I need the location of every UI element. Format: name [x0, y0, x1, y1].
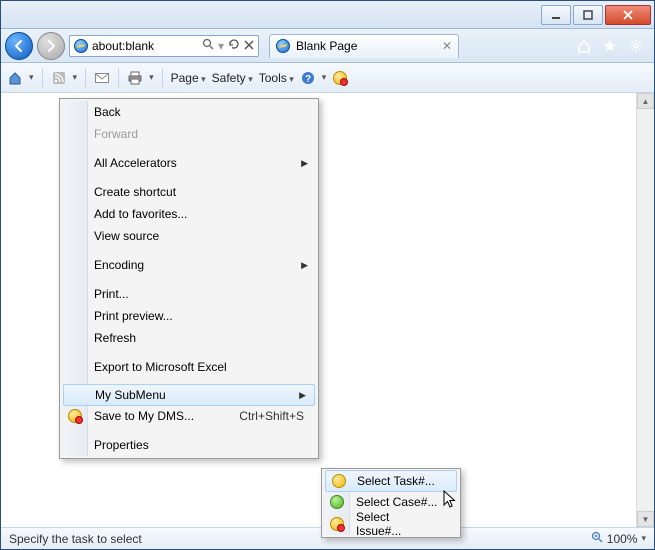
ctx-sep	[62, 247, 316, 254]
cmdbar-sep	[162, 68, 163, 88]
ie-logo-icon	[74, 39, 88, 53]
close-button[interactable]	[605, 5, 651, 25]
page-menu[interactable]: Page	[171, 71, 206, 85]
gear-yellow-icon	[331, 473, 347, 489]
stop-icon[interactable]	[244, 39, 254, 53]
cmdbar-sep	[85, 68, 86, 88]
context-menu: Back Forward All Accelerators▶ Create sh…	[59, 98, 319, 459]
scroll-up-button[interactable]: ▲	[637, 93, 654, 109]
zoom-icon	[591, 531, 603, 546]
dms-icon	[67, 408, 83, 424]
ctx-sep	[62, 349, 316, 356]
safety-menu[interactable]: Safety	[212, 71, 253, 85]
favorites-star-icon[interactable]	[602, 38, 618, 54]
page-content: ▲ ▼ Back Forward All Accelerators▶ Creat…	[1, 93, 654, 527]
ctx-back[interactable]: Back	[62, 101, 316, 123]
scroll-down-button[interactable]: ▼	[637, 511, 654, 527]
address-divider: ▾	[218, 39, 224, 53]
ctx-properties[interactable]: Properties	[62, 434, 316, 456]
gear-yellow-red-icon	[329, 516, 345, 532]
ctx-add-favorites[interactable]: Add to favorites...	[62, 203, 316, 225]
tab-favicon-icon	[276, 39, 290, 53]
svg-text:?: ?	[305, 74, 311, 85]
ctx-view-source[interactable]: View source	[62, 225, 316, 247]
forward-button[interactable]	[37, 32, 65, 60]
address-box[interactable]: ▾	[69, 35, 259, 57]
browser-window: ▾ Blank Page ✕ ▾ ▾ ▾ Pag	[0, 0, 655, 550]
ctx-export-excel[interactable]: Export to Microsoft Excel	[62, 356, 316, 378]
ctx-all-accelerators[interactable]: All Accelerators▶	[62, 152, 316, 174]
ctx-sep	[62, 174, 316, 181]
maximize-button[interactable]	[573, 5, 603, 25]
command-bar: ▾ ▾ ▾ Page Safety Tools ?▾	[1, 63, 654, 93]
tab-close-icon[interactable]: ✕	[442, 39, 452, 53]
home-icon[interactable]	[576, 38, 592, 54]
browser-tab[interactable]: Blank Page ✕	[269, 34, 459, 58]
ctx-encoding[interactable]: Encoding▶	[62, 254, 316, 276]
refresh-icon[interactable]	[228, 38, 240, 53]
ctx-print[interactable]: Print...	[62, 283, 316, 305]
print-icon[interactable]	[127, 70, 143, 86]
zoom-level: 100%	[607, 532, 638, 546]
ctx-create-shortcut[interactable]: Create shortcut	[62, 181, 316, 203]
cmdbar-sep	[42, 68, 43, 88]
ctx-sep	[62, 427, 316, 434]
tab-strip: Blank Page ✕	[269, 34, 572, 58]
ctx-sep	[62, 145, 316, 152]
vertical-scrollbar[interactable]: ▲ ▼	[636, 93, 654, 527]
read-mail-icon[interactable]	[94, 70, 110, 86]
submenu-select-task[interactable]: Select Task#...	[325, 470, 457, 492]
tab-title: Blank Page	[296, 39, 357, 53]
ctx-print-preview[interactable]: Print preview...	[62, 305, 316, 327]
dms-toolbar-icon[interactable]	[332, 70, 348, 86]
navbar-right-icons	[576, 38, 650, 54]
ctx-save-to-dms[interactable]: Save to My DMS... Ctrl+Shift+S	[62, 405, 316, 427]
navigation-bar: ▾ Blank Page ✕	[1, 29, 654, 63]
ctx-shortcut: Ctrl+Shift+S	[239, 409, 304, 423]
ctx-forward: Forward	[62, 123, 316, 145]
ctx-refresh[interactable]: Refresh	[62, 327, 316, 349]
context-submenu: Select Task#... Select Case#... Select I…	[321, 468, 461, 538]
address-area: ▾	[69, 35, 259, 57]
feeds-icon[interactable]	[51, 70, 67, 86]
gear-green-icon	[329, 494, 345, 510]
address-input[interactable]	[92, 39, 192, 53]
submenu-select-issue[interactable]: Select Issue#...	[324, 513, 458, 535]
status-message: Specify the task to select	[9, 532, 142, 546]
back-button[interactable]	[5, 32, 33, 60]
cmdbar-sep	[118, 68, 119, 88]
cmdbar-home-icon[interactable]	[7, 70, 23, 86]
search-icon[interactable]	[202, 38, 214, 53]
ctx-my-submenu[interactable]: My SubMenu▶	[63, 384, 315, 406]
help-icon[interactable]: ?	[300, 70, 316, 86]
tools-menu[interactable]: Tools	[259, 71, 294, 85]
minimize-button[interactable]	[541, 5, 571, 25]
tools-gear-icon[interactable]	[628, 38, 644, 54]
titlebar	[1, 1, 654, 29]
zoom-control[interactable]: 100% ▾	[591, 531, 646, 546]
ctx-sep	[62, 276, 316, 283]
